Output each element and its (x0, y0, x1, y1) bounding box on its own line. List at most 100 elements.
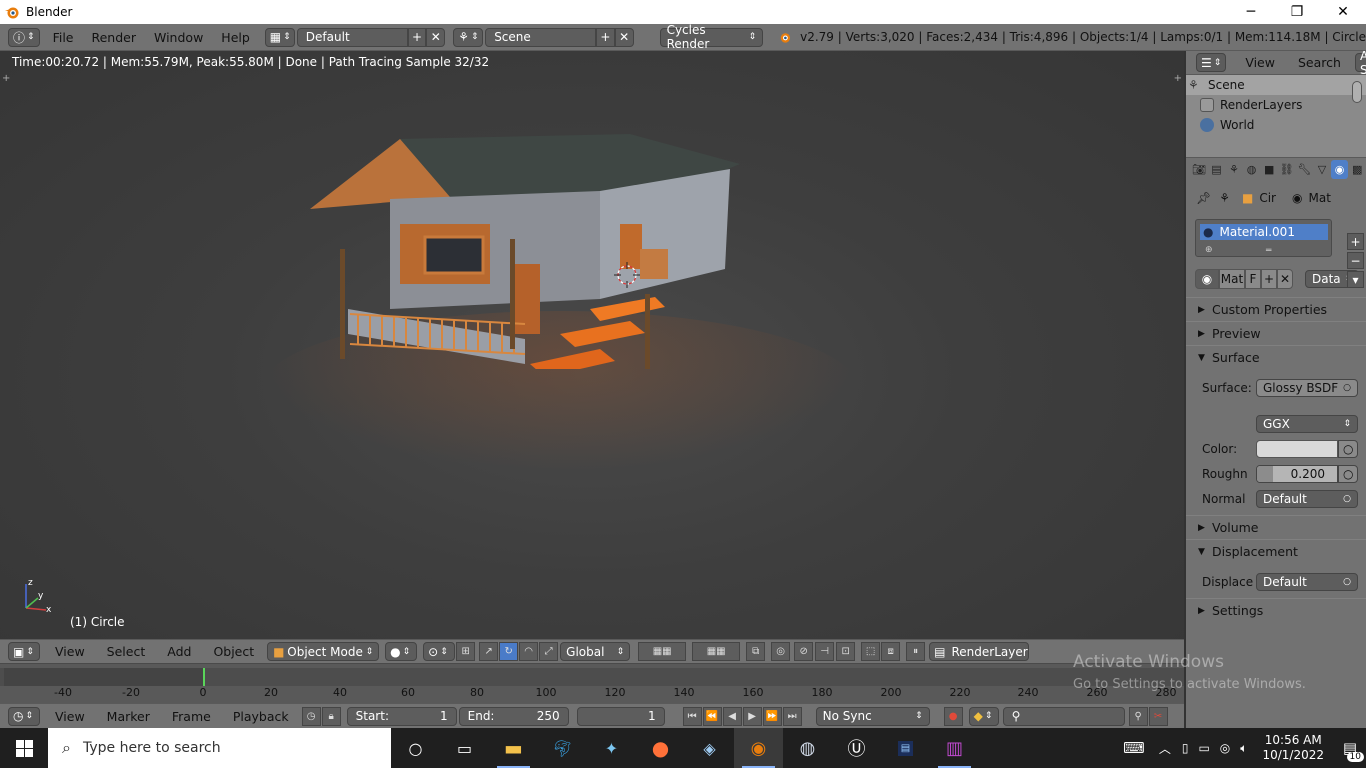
unlink-material-button[interactable]: ✕ (1277, 269, 1293, 289)
roughness-link-button[interactable]: ○ (1338, 464, 1358, 483)
screen-layout-button[interactable]: ▦ ⇕ (264, 27, 295, 47)
menu-playback[interactable]: Playback (222, 709, 300, 724)
scale-manipulator-icon[interactable]: ⤢ (539, 642, 559, 661)
close-button[interactable]: ✕ (1320, 0, 1366, 24)
panel-settings[interactable]: ▶ Settings (1186, 598, 1366, 622)
editor-type-button[interactable]: ▣ ⇕ (8, 642, 40, 661)
editor-type-button[interactable]: ⓘ ⇕ (8, 27, 40, 47)
remove-scene-button[interactable]: ✕ (614, 27, 634, 47)
record-icon[interactable]: ● (943, 706, 963, 726)
dolphin-icon[interactable]: 🐬︎ (538, 728, 587, 768)
layer-lock-icon[interactable]: ⧉ (746, 642, 766, 661)
taskbar-clock[interactable]: 10:56 AM 10/1/2022 (1252, 733, 1334, 763)
editor-type-button[interactable]: ☰ ⇕ (1196, 53, 1227, 72)
scene-name-field[interactable]: Scene (485, 27, 596, 47)
surface-shader-field[interactable]: Glossy BSDF ○ (1256, 378, 1358, 397)
rotate-manipulator-icon[interactable]: ↻ (499, 642, 519, 661)
render-tab-icon[interactable]: 📷︎ (1190, 160, 1208, 179)
modifiers-tab-icon[interactable]: 🔧︎ (1296, 160, 1314, 179)
translate-manipulator-icon[interactable]: ↗ (479, 642, 499, 661)
texture-tab-icon[interactable]: ▩ (1348, 160, 1366, 179)
object-tab-icon[interactable]: ■ (1260, 160, 1278, 179)
insert-keyframe-icon[interactable]: ⚲ (1128, 706, 1148, 726)
outliner-item-world[interactable]: World (1186, 115, 1366, 135)
world-tab-icon[interactable]: ◍ (1243, 160, 1261, 179)
outliner-item-scene[interactable]: ⚘ Scene (1186, 75, 1366, 95)
displacement-field[interactable]: Default ○ (1256, 572, 1358, 591)
menu-select[interactable]: Select (96, 644, 157, 659)
scene-layers-1-icon[interactable]: ▦▦ (638, 642, 687, 661)
end-frame-field[interactable]: End: 250 (458, 706, 569, 726)
volume-icon[interactable]: 🔈︎ (1235, 741, 1252, 756)
snap-toggle-icon[interactable]: ⊘ (794, 642, 814, 661)
add-layout-button[interactable]: + (407, 27, 427, 47)
menu-frame[interactable]: Frame (161, 709, 222, 724)
scene-selector-button[interactable]: ⚘ ⇕ (453, 27, 484, 47)
timeline-area[interactable]: -40 -20 0 20 40 60 80 100 120 140 160 18… (0, 663, 1184, 703)
list-resize-handle[interactable]: ═ (1266, 246, 1271, 256)
current-frame-field[interactable]: 1 (576, 706, 665, 726)
menu-file[interactable]: File (44, 30, 83, 45)
orientation-dropdown[interactable]: Global ⇕ (560, 642, 631, 661)
pause-render-icon[interactable]: ⏸ (906, 642, 926, 661)
browse-material-icon[interactable]: ◉ (1195, 269, 1219, 289)
material-specials-button[interactable]: ▾ (1347, 271, 1364, 288)
menu-help[interactable]: Help (212, 30, 259, 45)
globe-icon[interactable]: ◎ (1215, 741, 1235, 755)
material-tab-icon[interactable]: ◉ (1330, 160, 1349, 179)
play-icon[interactable]: ▶ (742, 706, 762, 726)
manipulator-toggle-icon[interactable]: ⊞ (456, 642, 476, 661)
remove-layout-button[interactable]: ✕ (426, 27, 446, 47)
data-tab-icon[interactable]: ▽ (1313, 160, 1331, 179)
panel-displacement[interactable]: ▼ Displacement (1186, 539, 1366, 563)
menu-window[interactable]: Window (145, 30, 212, 45)
start-frame-field[interactable]: Start: 1 (346, 706, 457, 726)
outliner-scrollbar[interactable] (1352, 81, 1362, 103)
3d-viewport[interactable]: Time:00:20.72 | Mem:55.79M, Peak:55.80M … (0, 51, 1184, 639)
keyboard-icon[interactable]: ⌨ (1115, 739, 1153, 757)
pivot-dropdown[interactable]: ⊙ ⇕ (423, 642, 456, 661)
panel-surface[interactable]: ▼ Surface (1186, 345, 1366, 369)
minimize-button[interactable]: ─ (1228, 0, 1274, 24)
opengl-render-icon[interactable]: ⬚ (861, 642, 881, 661)
start-button[interactable] (0, 728, 48, 768)
device-icon[interactable]: ▯ (1177, 741, 1194, 755)
scene-layers-2-icon[interactable]: ▦▦ (692, 642, 741, 661)
pin-icon[interactable]: 📌︎ (1196, 191, 1211, 205)
render-engine-dropdown[interactable]: Cycles Render ⇕ (659, 23, 764, 51)
outliner-display-filter[interactable]: All Sc (1354, 49, 1366, 77)
editor-type-button[interactable]: ◷ ⇕ (8, 706, 40, 726)
current-frame-marker[interactable] (203, 668, 205, 686)
mode-dropdown[interactable]: ■ Object Mode ⇕ (267, 642, 380, 661)
obs-icon[interactable]: ◍ (783, 728, 832, 768)
menu-marker[interactable]: Marker (96, 709, 161, 724)
outliner-tree[interactable]: ⚘ Scene RenderLayers World (1186, 75, 1366, 157)
panel-volume[interactable]: ▶ Volume (1186, 515, 1366, 539)
material-name-field[interactable]: Mat (1219, 269, 1245, 289)
panel-preview[interactable]: ▶ Preview (1186, 321, 1366, 345)
play-reverse-icon[interactable]: ◀ (722, 706, 742, 726)
jump-start-icon[interactable]: ⏮ (682, 706, 702, 726)
menu-render[interactable]: Render (82, 30, 145, 45)
outliner-menu-search[interactable]: Search (1284, 55, 1355, 70)
delete-keyframe-icon[interactable]: ✂ (1148, 706, 1168, 726)
outliner-item-renderlayers[interactable]: RenderLayers (1186, 95, 1366, 115)
new-material-button[interactable]: + (1261, 269, 1277, 289)
sync-dropdown[interactable]: No Sync ⇕ (815, 706, 930, 726)
list-grip-icon[interactable]: ⊕ (1205, 245, 1213, 255)
color-swatch[interactable] (1256, 439, 1338, 458)
blender-taskbar-icon[interactable]: ◉ (734, 728, 783, 768)
keying-set-dropdown[interactable]: ◆ ⇕ (968, 706, 999, 726)
menu-object[interactable]: Object (202, 644, 265, 659)
arc-manipulator-icon[interactable]: ◠ (519, 642, 539, 661)
constraints-tab-icon[interactable]: ⛓ (1278, 160, 1296, 179)
battery-icon[interactable]: ▭ (1193, 741, 1214, 755)
jump-keyframe-forward-icon[interactable]: ⏩ (762, 706, 782, 726)
material-slot-item[interactable]: ● Material.001 (1200, 224, 1328, 240)
jump-end-icon[interactable]: ⏭ (782, 706, 802, 726)
epic-icon[interactable]: ▤ (881, 728, 930, 768)
file-explorer-icon[interactable]: ▬ (489, 728, 538, 768)
panel-custom-properties[interactable]: ▶ Custom Properties (1186, 297, 1366, 321)
opengl-anim-icon[interactable]: ⧈ (881, 642, 901, 661)
network-icon[interactable]: ◈ (685, 728, 734, 768)
